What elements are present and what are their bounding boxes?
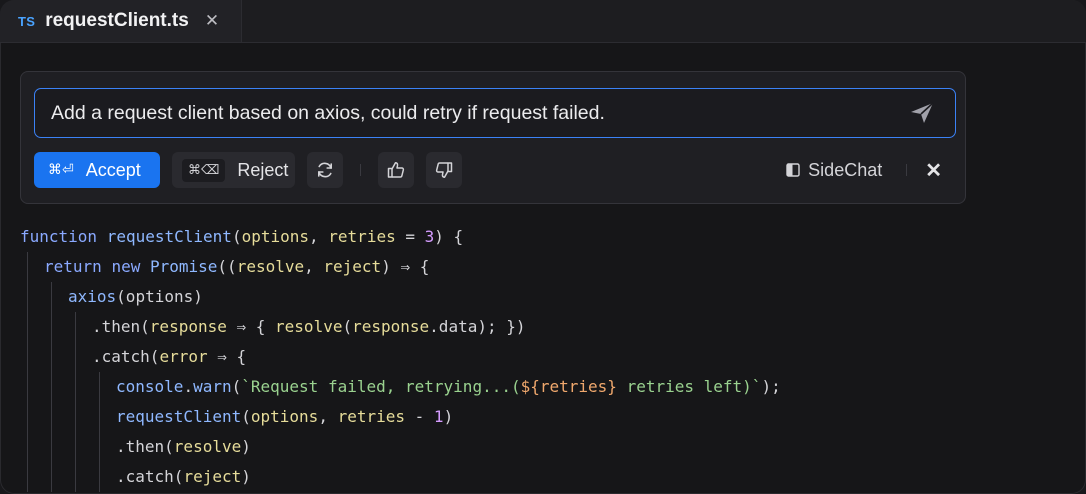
accept-shortcut: ⌘⏎ [48, 162, 74, 178]
regenerate-button[interactable] [307, 152, 343, 188]
send-icon[interactable] [907, 98, 937, 128]
indent-guide [51, 372, 52, 402]
editor-window: TS requestClient.ts ✕ Add a request clie… [0, 0, 1086, 494]
code-line: .then(resolve) [0, 432, 1086, 462]
sidechat-button[interactable]: SideChat [786, 160, 882, 181]
reject-button[interactable]: ⌘⌫ Reject [172, 152, 295, 188]
typescript-icon: TS [18, 13, 36, 29]
indent-guide [75, 432, 76, 462]
indent-guide [51, 342, 52, 372]
indent-guide [27, 372, 28, 402]
indent-guide [27, 402, 28, 432]
indent-guide [75, 312, 76, 342]
prompt-input[interactable]: Add a request client based on axios, cou… [34, 88, 956, 138]
indent-guide [27, 312, 28, 342]
tab-requestclient[interactable]: TS requestClient.ts ✕ [0, 0, 243, 42]
indent-guide [99, 462, 100, 492]
code-line: .then(response ⇒ { resolve(response.data… [0, 312, 1086, 342]
indent-guide [27, 342, 28, 372]
thumbs-down-icon [435, 162, 453, 178]
refresh-icon [318, 162, 332, 178]
sidechat-label: SideChat [808, 159, 883, 180]
indent-guide [27, 462, 28, 492]
indent-guide [99, 402, 100, 432]
indent-guide [27, 282, 28, 312]
sidechat-icon [786, 163, 800, 177]
accept-label: Accept [85, 159, 141, 180]
indent-guide [75, 462, 76, 492]
tab-filename: requestClient.ts [45, 10, 189, 31]
code-line: console.warn(`Request failed, retrying..… [0, 372, 1086, 402]
close-tab-icon[interactable]: ✕ [205, 11, 219, 31]
code-editor[interactable]: function requestClient(options, retries … [0, 222, 1086, 492]
prompt-text[interactable]: Add a request client based on axios, cou… [35, 102, 907, 125]
thumbs-up-button[interactable] [378, 152, 414, 188]
indent-guide [51, 432, 52, 462]
indent-guide [51, 462, 52, 492]
close-icon[interactable]: ✕ [925, 158, 942, 183]
indent-guide [75, 342, 76, 372]
indent-guide [51, 312, 52, 342]
indent-guide [51, 402, 52, 432]
code-line: requestClient(options, retries - 1) [0, 402, 1086, 432]
code-line: .catch(error ⇒ { [0, 342, 1086, 372]
indent-guide [99, 432, 100, 462]
indent-guide [75, 402, 76, 432]
code-line: .catch(reject) [0, 462, 1086, 492]
separator [360, 164, 361, 176]
code-line: return new Promise((resolve, reject) ⇒ { [0, 252, 1086, 282]
indent-guide [75, 372, 76, 402]
reject-shortcut: ⌘⌫ [182, 158, 226, 182]
indent-guide [99, 372, 100, 402]
inline-ai-panel: Add a request client based on axios, cou… [20, 71, 966, 204]
thumbs-down-button[interactable] [426, 152, 462, 188]
separator [906, 164, 908, 176]
accept-button[interactable]: ⌘⏎ Accept [34, 152, 160, 188]
tab-bar: TS requestClient.ts ✕ [0, 0, 1086, 43]
indent-guide [27, 252, 28, 282]
reject-label: Reject [237, 159, 289, 180]
code-line: function requestClient(options, retries … [20, 227, 464, 246]
indent-guide [51, 282, 52, 312]
thumbs-up-icon [387, 162, 405, 178]
code-line: axios(options) [0, 282, 1086, 312]
indent-guide [27, 432, 28, 462]
action-bar: ⌘⏎ Accept ⌘⌫ Reject SideChat ✕ [34, 152, 952, 188]
